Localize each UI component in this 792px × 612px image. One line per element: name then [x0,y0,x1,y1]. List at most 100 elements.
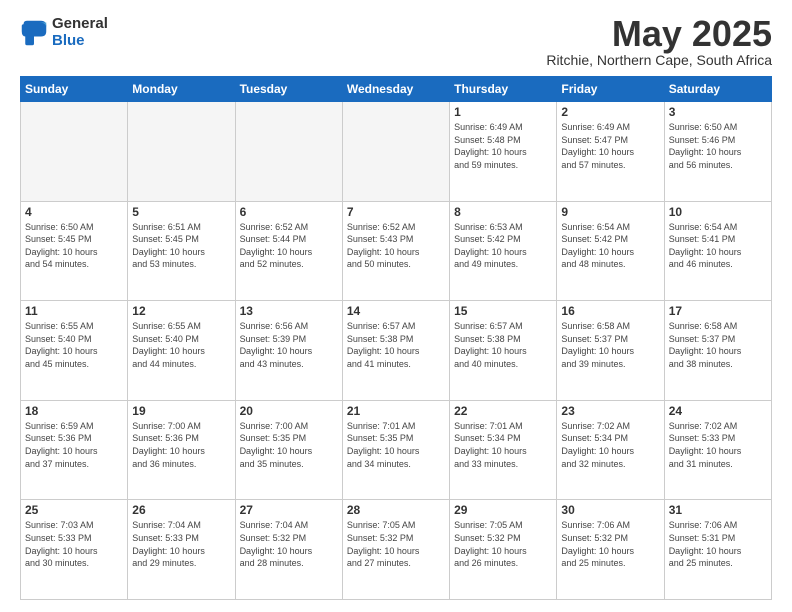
col-friday: Friday [557,77,664,102]
day-info-10: Sunrise: 6:54 AMSunset: 5:41 PMDaylight:… [669,221,767,271]
day-number-19: 19 [132,404,230,418]
day-number-11: 11 [25,304,123,318]
day-number-18: 18 [25,404,123,418]
week-row-3: 11 Sunrise: 6:55 AMSunset: 5:40 PMDayligh… [21,301,772,401]
day-number-2: 2 [561,105,659,119]
day-info-8: Sunrise: 6:53 AMSunset: 5:42 PMDaylight:… [454,221,552,271]
day-number-1: 1 [454,105,552,119]
calendar-cell-3-6: 24 Sunrise: 7:02 AMSunset: 5:33 PMDayligh… [664,400,771,500]
calendar-cell-1-2: 6 Sunrise: 6:52 AMSunset: 5:44 PMDaylight… [235,201,342,301]
calendar-cell-4-3: 28 Sunrise: 7:05 AMSunset: 5:32 PMDayligh… [342,500,449,600]
col-saturday: Saturday [664,77,771,102]
calendar-cell-1-0: 4 Sunrise: 6:50 AMSunset: 5:45 PMDaylight… [21,201,128,301]
day-info-13: Sunrise: 6:56 AMSunset: 5:39 PMDaylight:… [240,320,338,370]
day-info-1: Sunrise: 6:49 AMSunset: 5:48 PMDaylight:… [454,121,552,171]
day-number-14: 14 [347,304,445,318]
day-info-20: Sunrise: 7:00 AMSunset: 5:35 PMDaylight:… [240,420,338,470]
page: General Blue May 2025 Ritchie, Northern … [0,0,792,612]
day-number-20: 20 [240,404,338,418]
day-info-18: Sunrise: 6:59 AMSunset: 5:36 PMDaylight:… [25,420,123,470]
calendar-cell-0-5: 2 Sunrise: 6:49 AMSunset: 5:47 PMDaylight… [557,102,664,202]
day-number-23: 23 [561,404,659,418]
day-info-25: Sunrise: 7:03 AMSunset: 5:33 PMDaylight:… [25,519,123,569]
day-info-24: Sunrise: 7:02 AMSunset: 5:33 PMDaylight:… [669,420,767,470]
day-number-13: 13 [240,304,338,318]
day-number-12: 12 [132,304,230,318]
day-info-19: Sunrise: 7:00 AMSunset: 5:36 PMDaylight:… [132,420,230,470]
calendar-cell-2-0: 11 Sunrise: 6:55 AMSunset: 5:40 PMDayligh… [21,301,128,401]
calendar-cell-3-3: 21 Sunrise: 7:01 AMSunset: 5:35 PMDayligh… [342,400,449,500]
calendar-cell-2-3: 14 Sunrise: 6:57 AMSunset: 5:38 PMDayligh… [342,301,449,401]
day-number-30: 30 [561,503,659,517]
day-info-4: Sunrise: 6:50 AMSunset: 5:45 PMDaylight:… [25,221,123,271]
calendar-table: Sunday Monday Tuesday Wednesday Thursday… [20,76,772,600]
col-sunday: Sunday [21,77,128,102]
col-wednesday: Wednesday [342,77,449,102]
calendar-cell-2-4: 15Sunrise: 6:57 AMSunset: 5:38 PMDayligh… [450,301,557,401]
calendar-cell-3-5: 23 Sunrise: 7:02 AMSunset: 5:34 PMDayligh… [557,400,664,500]
calendar-cell-0-2 [235,102,342,202]
day-number-8: 8 [454,205,552,219]
day-number-27: 27 [240,503,338,517]
day-info-16: Sunrise: 6:58 AMSunset: 5:37 PMDaylight:… [561,320,659,370]
week-row-4: 18 Sunrise: 6:59 AMSunset: 5:36 PMDayligh… [21,400,772,500]
calendar-cell-4-2: 27 Sunrise: 7:04 AMSunset: 5:32 PMDayligh… [235,500,342,600]
day-info-23: Sunrise: 7:02 AMSunset: 5:34 PMDaylight:… [561,420,659,470]
day-info-14: Sunrise: 6:57 AMSunset: 5:38 PMDaylight:… [347,320,445,370]
day-info-2: Sunrise: 6:49 AMSunset: 5:47 PMDaylight:… [561,121,659,171]
calendar-cell-3-4: 22Sunrise: 7:01 AMSunset: 5:34 PMDayligh… [450,400,557,500]
day-info-28: Sunrise: 7:05 AMSunset: 5:32 PMDaylight:… [347,519,445,569]
week-row-1: 1 Sunrise: 6:49 AMSunset: 5:48 PMDaylight… [21,102,772,202]
calendar-cell-1-3: 7 Sunrise: 6:52 AMSunset: 5:43 PMDaylight… [342,201,449,301]
day-info-17: Sunrise: 6:58 AMSunset: 5:37 PMDaylight:… [669,320,767,370]
col-monday: Monday [128,77,235,102]
logo-icon [20,19,48,47]
calendar-cell-1-6: 10 Sunrise: 6:54 AMSunset: 5:41 PMDayligh… [664,201,771,301]
day-number-10: 10 [669,205,767,219]
day-info-30: Sunrise: 7:06 AMSunset: 5:32 PMDaylight:… [561,519,659,569]
calendar-cell-4-4: 29 Sunrise: 7:05 AMSunset: 5:32 PMDayligh… [450,500,557,600]
calendar-cell-1-5: 9Sunrise: 6:54 AMSunset: 5:42 PMDaylight… [557,201,664,301]
week-row-5: 25 Sunrise: 7:03 AMSunset: 5:33 PMDayligh… [21,500,772,600]
day-info-7: Sunrise: 6:52 AMSunset: 5:43 PMDaylight:… [347,221,445,271]
day-info-9: Sunrise: 6:54 AMSunset: 5:42 PMDaylight:… [561,221,659,271]
calendar-cell-0-3 [342,102,449,202]
day-number-24: 24 [669,404,767,418]
calendar-cell-4-0: 25 Sunrise: 7:03 AMSunset: 5:33 PMDayligh… [21,500,128,600]
month-title: May 2025 [546,16,772,52]
col-thursday: Thursday [450,77,557,102]
calendar-cell-2-5: 16 Sunrise: 6:58 AMSunset: 5:37 PMDayligh… [557,301,664,401]
day-number-5: 5 [132,205,230,219]
day-number-7: 7 [347,205,445,219]
day-info-11: Sunrise: 6:55 AMSunset: 5:40 PMDaylight:… [25,320,123,370]
header: General Blue May 2025 Ritchie, Northern … [20,16,772,68]
logo: General Blue [20,16,108,49]
calendar-cell-0-4: 1 Sunrise: 6:49 AMSunset: 5:48 PMDaylight… [450,102,557,202]
day-number-31: 31 [669,503,767,517]
day-info-5: Sunrise: 6:51 AMSunset: 5:45 PMDaylight:… [132,221,230,271]
day-info-29: Sunrise: 7:05 AMSunset: 5:32 PMDaylight:… [454,519,552,569]
day-info-12: Sunrise: 6:55 AMSunset: 5:40 PMDaylight:… [132,320,230,370]
day-number-4: 4 [25,205,123,219]
day-info-6: Sunrise: 6:52 AMSunset: 5:44 PMDaylight:… [240,221,338,271]
col-tuesday: Tuesday [235,77,342,102]
day-info-27: Sunrise: 7:04 AMSunset: 5:32 PMDaylight:… [240,519,338,569]
day-number-29: 29 [454,503,552,517]
day-number-17: 17 [669,304,767,318]
calendar-cell-3-1: 19 Sunrise: 7:00 AMSunset: 5:36 PMDayligh… [128,400,235,500]
calendar-cell-1-4: 8 Sunrise: 6:53 AMSunset: 5:42 PMDaylight… [450,201,557,301]
day-info-15: Sunrise: 6:57 AMSunset: 5:38 PMDaylight:… [454,320,552,370]
calendar-cell-2-1: 12 Sunrise: 6:55 AMSunset: 5:40 PMDayligh… [128,301,235,401]
day-number-25: 25 [25,503,123,517]
day-info-21: Sunrise: 7:01 AMSunset: 5:35 PMDaylight:… [347,420,445,470]
calendar-cell-4-5: 30 Sunrise: 7:06 AMSunset: 5:32 PMDayligh… [557,500,664,600]
day-number-21: 21 [347,404,445,418]
day-number-16: 16 [561,304,659,318]
day-number-6: 6 [240,205,338,219]
logo-blue: Blue [52,33,108,50]
day-info-3: Sunrise: 6:50 AMSunset: 5:46 PMDaylight:… [669,121,767,171]
logo-text: General Blue [52,16,108,49]
day-number-28: 28 [347,503,445,517]
calendar-cell-4-6: 31Sunrise: 7:06 AMSunset: 5:31 PMDayligh… [664,500,771,600]
calendar-cell-0-1 [128,102,235,202]
